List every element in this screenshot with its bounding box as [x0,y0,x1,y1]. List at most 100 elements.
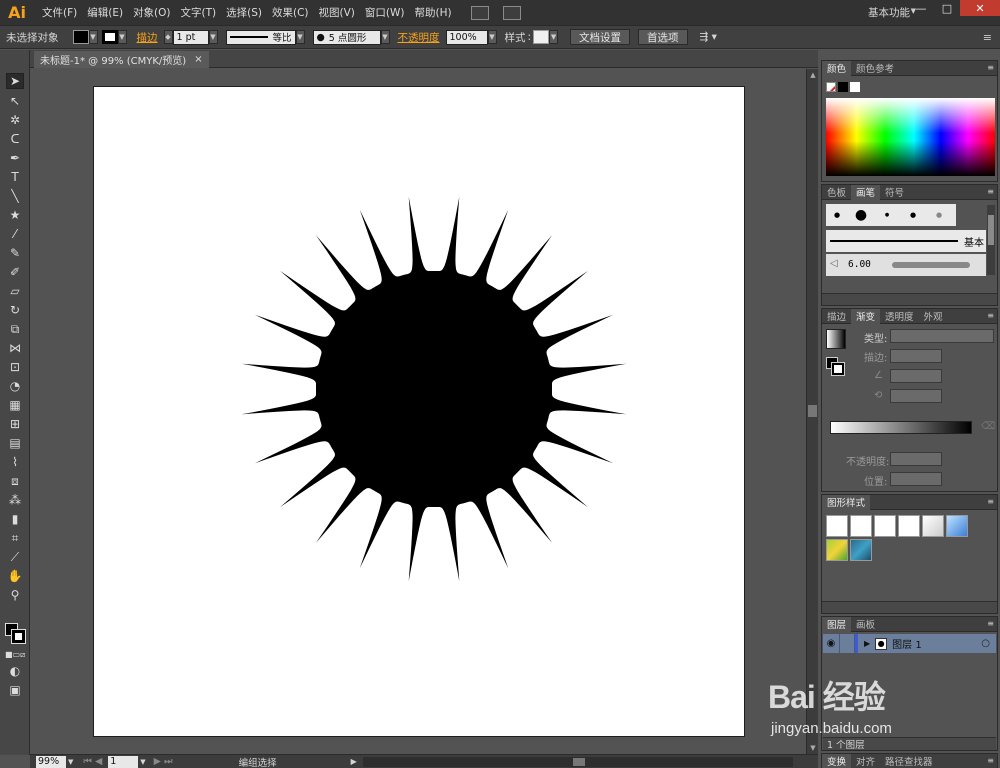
black-color-icon[interactable] [838,82,848,92]
gradient-stroke-options[interactable] [890,349,942,363]
paintbrush-tool-icon[interactable]: ⁄ [6,226,24,242]
starburst-shape[interactable] [94,87,746,738]
lasso-tool-icon[interactable]: ᑕ [6,131,24,147]
arrange-documents-icon[interactable] [502,5,521,20]
stroke-weight-dropdown-icon[interactable]: ▼ [208,30,218,44]
layer-row[interactable]: ◉ ▶ ● 图层 1 ○ [823,634,996,653]
tab-stroke[interactable]: 描边 [822,309,851,324]
tab-symbols[interactable]: 符号 [880,185,909,200]
canvas-area[interactable] [30,69,806,754]
panel-menu-icon[interactable]: ≡ [987,187,994,196]
document-tab[interactable]: 未标题-1* @ 99% (CMYK/预览) × [34,51,209,68]
opacity-dropdown-icon[interactable]: ▼ [487,30,497,44]
artboard-dropdown-icon[interactable]: ▼ [140,758,145,766]
basic-brush-row[interactable]: 基本 [826,230,986,252]
style-stroke-swatch[interactable] [898,515,920,537]
horizontal-scrollbar[interactable] [362,756,793,767]
stroke-profile-control[interactable]: 等比 ▼ [225,29,305,45]
color-spectrum[interactable] [826,98,995,176]
gradient-preview-swatch[interactable] [826,329,846,349]
scroll-up-icon[interactable]: ▲ [807,69,819,81]
brush-dropdown-icon[interactable]: ▼ [380,30,390,44]
color-mode-icons[interactable]: ■▭⧄ [5,650,25,660]
style-blue-swatch[interactable] [946,515,968,537]
brush-tip-large-icon[interactable]: ● [848,204,874,226]
brushes-scrollbar[interactable] [987,205,995,275]
maximize-button[interactable]: □ [934,0,960,16]
brush-select[interactable]: ● 5 点圆形 [312,29,381,45]
gradient-position-input[interactable] [890,472,942,486]
perspective-grid-tool-icon[interactable]: ▦ [6,397,24,413]
horizontal-scrollbar-thumb[interactable] [572,757,585,766]
stroke-control[interactable]: ▼ [101,30,127,44]
column-graph-tool-icon[interactable]: ▮ [6,511,24,527]
symbol-sprayer-tool-icon[interactable]: ⁂ [6,492,24,508]
arrange-icon[interactable]: ⇶ ▾ [700,31,717,43]
blend-tool-icon[interactable]: ⧈ [6,473,24,489]
style-swatch[interactable] [533,30,550,44]
style-control[interactable]: ▼ [533,30,559,44]
style-white-red-swatch[interactable] [850,515,872,537]
artboard-number-input[interactable]: 1 [108,755,139,768]
type-tool-icon[interactable]: T [6,169,24,185]
stroke-weight-control[interactable]: ◆ 1 pt ▼ [163,29,218,45]
visibility-eye-icon[interactable]: ◉ [823,638,839,649]
eyedropper-tool-icon[interactable]: ⌇ [6,454,24,470]
slice-tool-icon[interactable]: ⟋ [6,549,24,565]
panel-menu-icon[interactable]: ≡ [987,497,994,506]
scroll-down-icon[interactable]: ▼ [807,742,819,754]
rotate-tool-icon[interactable]: ↻ [6,302,24,318]
artboard-tool-icon[interactable]: ⌗ [6,530,24,546]
close-button[interactable]: ✕ [960,0,1000,16]
tab-transform[interactable]: 变换 [822,753,852,768]
style-default-swatch[interactable] [826,515,848,537]
vertical-scrollbar[interactable]: ▲ ▼ [806,69,818,754]
menu-file[interactable]: 文件(F) [37,5,82,20]
tab-color[interactable]: 颜色 [822,60,852,76]
style-dropdown-icon[interactable]: ▼ [549,30,559,44]
panel-menu-icon[interactable]: ≡ [987,619,994,628]
tab-transparency[interactable]: 透明度 [880,309,919,324]
gradient-stroke-swatch[interactable] [831,362,845,376]
scrollbar-thumb[interactable] [808,405,817,417]
gradient-opacity-input[interactable] [890,452,942,466]
artboard-nav-last-icon[interactable]: ▶ ⏭ [154,756,173,767]
opacity-label[interactable]: 不透明度 [398,30,440,45]
tab-color-guide[interactable]: 颜色参考 [851,61,899,76]
tab-gradient[interactable]: 渐变 [851,308,881,324]
menu-select[interactable]: 选择(S) [221,5,267,20]
fill-control[interactable]: ▼ [72,30,98,44]
expand-arrow-icon[interactable]: ▶ [864,639,870,648]
width-tool-icon[interactable]: ⋈ [6,340,24,356]
zoom-dropdown-icon[interactable]: ▼ [68,758,73,766]
menu-object[interactable]: 对象(O) [128,5,175,20]
stroke-swatch[interactable] [101,30,118,44]
menu-edit[interactable]: 编辑(E) [82,5,128,20]
blob-brush-tool-icon[interactable]: ✐ [6,264,24,280]
draw-mode-icon[interactable]: ◐ [6,663,24,679]
gradient-aspect-input[interactable] [890,389,942,403]
star-tool-icon[interactable]: ★ [6,207,24,223]
hand-tool-icon[interactable]: ✋ [6,568,24,584]
gradient-slider[interactable] [830,421,972,434]
eraser-tool-icon[interactable]: ▱ [6,283,24,299]
menu-window[interactable]: 窗口(W) [360,5,410,20]
scale-tool-icon[interactable]: ⧉ [6,321,24,337]
art-brush-row[interactable]: ◁ 6.00 [826,254,986,276]
screen-mode-icon[interactable]: ▣ [6,682,24,698]
tab-align[interactable]: 对齐 [851,754,880,768]
gradient-angle-input[interactable] [890,369,942,383]
tab-appearance[interactable]: 外观 [919,309,948,324]
layer-name[interactable]: 图层 1 [892,636,922,651]
brush-control[interactable]: ● 5 点圆形 ▼ [312,29,390,45]
workspace-switcher[interactable]: 基本功能 [868,5,910,20]
none-color-icon[interactable] [826,82,836,92]
style-green-swatch[interactable] [826,539,848,561]
brush-tip-medium-icon[interactable]: ● [900,204,926,226]
brush-tip-soft-icon[interactable]: ● [926,204,952,226]
tab-swatches[interactable]: 色板 [822,185,851,200]
menu-view[interactable]: 视图(V) [314,5,360,20]
panel-menu-icon[interactable]: ≡ [987,63,994,72]
line-tool-icon[interactable]: ╲ [6,188,24,204]
target-circle-icon[interactable]: ○ [981,638,990,649]
